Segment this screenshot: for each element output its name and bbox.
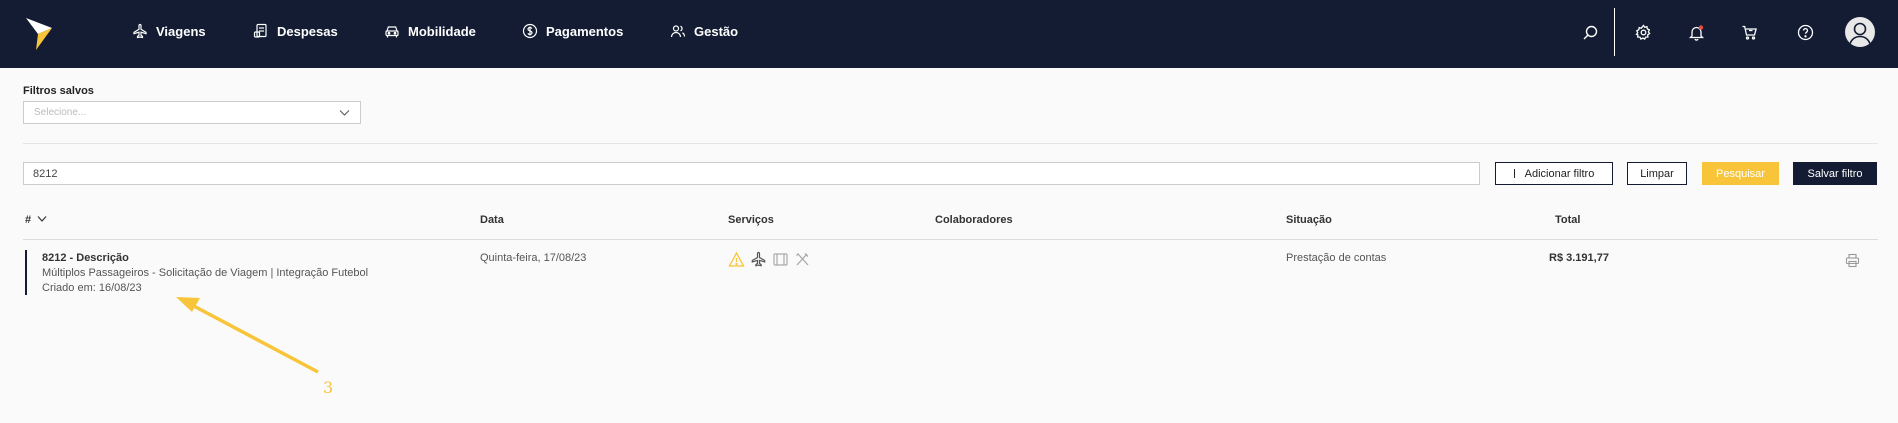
nav-label: Pagamentos bbox=[546, 23, 624, 39]
search-submit-label: Pesquisar bbox=[1716, 167, 1765, 180]
receipt-icon bbox=[253, 23, 267, 38]
row-total: R$ 3.191,77 bbox=[1549, 252, 1609, 264]
cart-icon bbox=[1742, 25, 1757, 40]
column-header-date[interactable]: Data bbox=[480, 214, 504, 226]
help-button[interactable] bbox=[1794, 21, 1816, 43]
clear-button[interactable]: Limpar bbox=[1627, 162, 1687, 185]
row-title[interactable]: 8212 - Descrição bbox=[42, 252, 129, 264]
notifications-button[interactable] bbox=[1685, 21, 1707, 43]
row-date: Quinta-feira, 17/08/23 bbox=[480, 252, 587, 264]
row-subtitle: Múltiplos Passageiros - Solicitação de V… bbox=[42, 267, 369, 279]
annotation-arrow bbox=[189, 302, 319, 374]
dollar-circle-icon bbox=[522, 23, 538, 39]
nav-item-pagamentos[interactable]: Pagamentos bbox=[522, 20, 623, 42]
nav-label: Viagens bbox=[156, 23, 206, 39]
restaurant-icon[interactable] bbox=[794, 251, 811, 268]
help-icon bbox=[1797, 24, 1813, 40]
chevron-down-icon bbox=[339, 110, 350, 116]
saved-filters-select[interactable]: Selecione... bbox=[23, 101, 361, 124]
nav-item-despesas[interactable]: Despesas bbox=[253, 20, 338, 42]
warning-icon[interactable] bbox=[728, 251, 745, 268]
sort-down-icon[interactable] bbox=[37, 215, 47, 223]
search-input[interactable] bbox=[23, 162, 1480, 185]
add-filter-icon bbox=[1513, 169, 1515, 178]
search-icon bbox=[1583, 25, 1597, 39]
top-navbar: Viagens Despesas Mobilidade Pagamentos G… bbox=[0, 0, 1898, 68]
saved-filters-placeholder: Selecione... bbox=[34, 107, 87, 118]
column-header-collaborators[interactable]: Colaboradores bbox=[935, 214, 1013, 226]
user-avatar-icon bbox=[1849, 22, 1871, 45]
airplane-icon bbox=[133, 23, 147, 39]
annotation-arrowhead bbox=[176, 297, 200, 312]
column-header-total[interactable]: Total bbox=[1555, 214, 1580, 226]
divider bbox=[1614, 8, 1615, 56]
column-header-number[interactable]: # bbox=[25, 214, 47, 226]
save-filter-button[interactable]: Salvar filtro bbox=[1793, 162, 1877, 185]
saved-filters-label: Filtros salvos bbox=[23, 85, 94, 97]
nav-item-mobilidade[interactable]: Mobilidade bbox=[384, 20, 476, 42]
airplane-icon[interactable] bbox=[750, 251, 767, 268]
row-status: Prestação de contas bbox=[1286, 252, 1387, 264]
nav-label: Mobilidade bbox=[408, 23, 476, 39]
clear-label: Limpar bbox=[1640, 167, 1674, 180]
nav-label: Despesas bbox=[277, 23, 338, 39]
users-icon bbox=[670, 25, 686, 38]
nav-item-viagens[interactable]: Viagens bbox=[132, 20, 206, 42]
logo-icon[interactable] bbox=[24, 16, 54, 52]
car-icon bbox=[385, 26, 399, 38]
add-filter-button[interactable]: Adicionar filtro bbox=[1495, 162, 1613, 185]
section-divider bbox=[23, 143, 1878, 144]
hotel-icon[interactable] bbox=[772, 251, 789, 268]
column-header-label: # bbox=[25, 214, 32, 226]
add-filter-label: Adicionar filtro bbox=[1524, 167, 1595, 180]
search-submit-button[interactable]: Pesquisar bbox=[1702, 162, 1779, 185]
print-icon[interactable] bbox=[1845, 253, 1860, 268]
column-header-status[interactable]: Situação bbox=[1286, 214, 1332, 226]
row-created-date: Criado em: 16/08/23 bbox=[42, 282, 142, 294]
save-filter-label: Salvar filtro bbox=[1807, 167, 1863, 180]
nav-label: Gestão bbox=[694, 23, 739, 39]
settings-button[interactable] bbox=[1632, 21, 1654, 43]
avatar[interactable] bbox=[1845, 17, 1875, 47]
search-button[interactable] bbox=[1579, 21, 1601, 43]
bell-icon bbox=[1688, 24, 1704, 41]
row-indicator bbox=[25, 250, 27, 295]
annotation-label: 3 bbox=[323, 378, 334, 397]
column-header-services[interactable]: Serviços bbox=[728, 214, 774, 226]
table-header-divider bbox=[23, 239, 1878, 240]
nav-item-gestao[interactable]: Gestão bbox=[670, 20, 738, 42]
cart-button[interactable] bbox=[1738, 21, 1760, 43]
gear-icon bbox=[1634, 23, 1651, 40]
